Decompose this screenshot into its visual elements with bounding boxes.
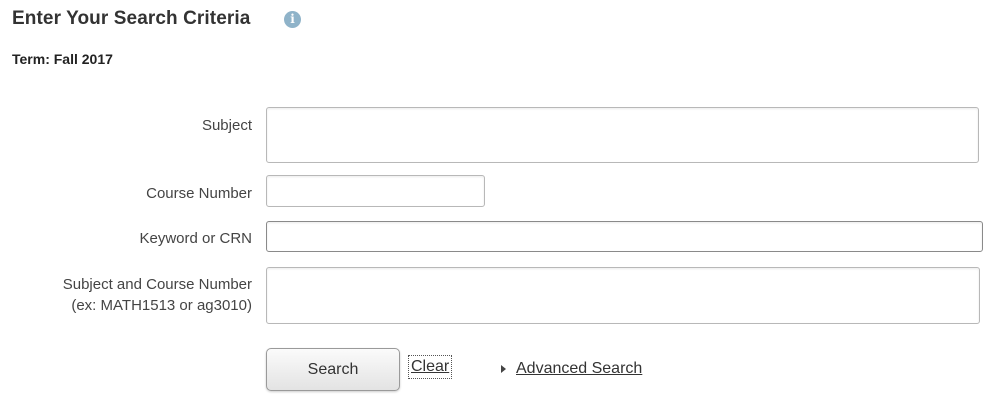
caret-right-icon bbox=[501, 365, 506, 373]
clear-link[interactable]: Clear bbox=[407, 355, 453, 379]
course-number-label: Course Number bbox=[146, 185, 252, 202]
info-icon[interactable]: i bbox=[284, 11, 301, 28]
page-title: Enter Your Search Criteria bbox=[12, 8, 251, 29]
keyword-crn-label: Keyword or CRN bbox=[139, 230, 252, 247]
subject-course-input[interactable] bbox=[266, 267, 980, 324]
term-label: Term: Fall 2017 bbox=[12, 51, 113, 67]
advanced-search-link[interactable]: Advanced Search bbox=[516, 359, 642, 379]
keyword-crn-input[interactable] bbox=[266, 221, 983, 252]
subject-course-label: Subject and Course Number (ex: MATH1513 … bbox=[63, 274, 252, 316]
subject-label: Subject bbox=[201, 117, 252, 134]
search-button[interactable]: Search bbox=[266, 348, 400, 391]
subject-course-label-line1: Subject and Course Number bbox=[62, 276, 252, 293]
subject-course-label-line2: (ex: MATH1513 or ag3010) bbox=[71, 297, 252, 314]
course-number-input[interactable] bbox=[266, 175, 485, 207]
subject-input[interactable] bbox=[266, 107, 979, 163]
